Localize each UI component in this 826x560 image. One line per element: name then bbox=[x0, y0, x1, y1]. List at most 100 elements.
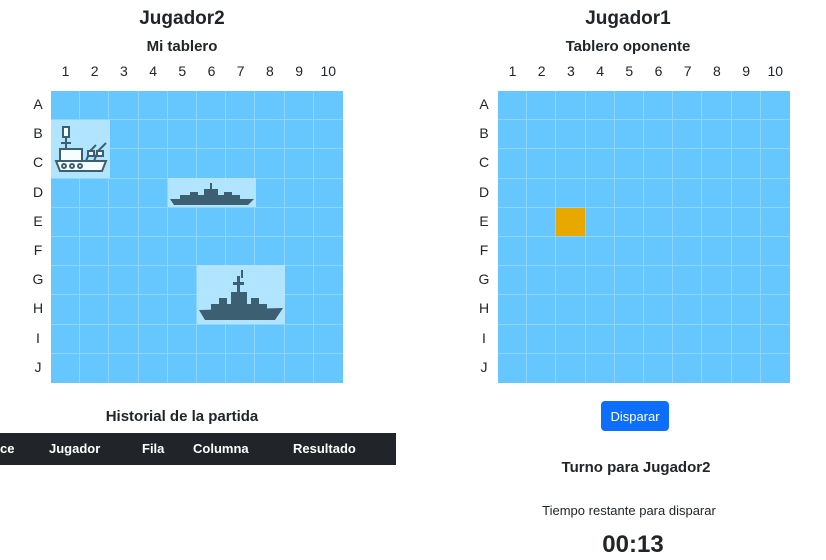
board-cell-D7[interactable] bbox=[673, 178, 703, 208]
board-cell-G2[interactable] bbox=[527, 266, 557, 296]
board-cell-B1[interactable] bbox=[498, 120, 528, 150]
board-cell-E2[interactable] bbox=[527, 207, 557, 237]
board-cell-I8[interactable] bbox=[702, 324, 732, 354]
board-cell-A7[interactable] bbox=[673, 91, 703, 121]
board-cell-J6[interactable] bbox=[644, 353, 674, 383]
board-cell-I3[interactable] bbox=[556, 324, 586, 354]
board-cell-A9[interactable] bbox=[731, 91, 761, 121]
board-cell-F1[interactable] bbox=[498, 236, 528, 267]
board-cell-A8[interactable] bbox=[702, 91, 732, 121]
board-cell-E8[interactable] bbox=[702, 207, 732, 237]
board-cell-J3[interactable] bbox=[556, 353, 586, 383]
board-cell-H10[interactable] bbox=[760, 295, 790, 325]
board-cell-C9[interactable] bbox=[731, 149, 761, 179]
board-cell-B9[interactable] bbox=[731, 120, 761, 150]
board-cell-F9[interactable] bbox=[731, 236, 761, 267]
board-cell-F8[interactable] bbox=[702, 236, 732, 267]
board-cell-E6[interactable] bbox=[643, 207, 674, 237]
board-cell-B5[interactable] bbox=[614, 120, 644, 150]
board-cell-C3[interactable] bbox=[556, 149, 586, 179]
board-cell-F10[interactable] bbox=[760, 237, 790, 267]
board-cell-H3[interactable] bbox=[556, 295, 586, 325]
board-cell-I6[interactable] bbox=[643, 324, 674, 354]
board-cell-A4[interactable] bbox=[585, 91, 615, 121]
board-cell-B4[interactable] bbox=[585, 120, 615, 150]
board-cell-C7[interactable] bbox=[673, 149, 703, 179]
board-cell-C8[interactable] bbox=[702, 149, 732, 179]
board-cell-H5[interactable] bbox=[614, 295, 644, 325]
board-cell-F2[interactable] bbox=[527, 236, 557, 267]
board-cell-E4[interactable] bbox=[585, 207, 615, 237]
board-cell-F6[interactable] bbox=[643, 236, 674, 267]
board-cell-D3[interactable] bbox=[556, 178, 586, 208]
board-cell-C4[interactable] bbox=[585, 149, 615, 179]
board-cell-B8[interactable] bbox=[702, 120, 732, 150]
board-cell-B7[interactable] bbox=[673, 120, 703, 150]
board-cell-E1[interactable] bbox=[498, 207, 528, 237]
board-cell-E9[interactable] bbox=[731, 207, 761, 237]
board-cell-H7[interactable] bbox=[673, 295, 703, 325]
board-cell-G8[interactable] bbox=[702, 266, 732, 296]
board-cell-J9[interactable] bbox=[732, 353, 761, 383]
selected-target-cell-E3[interactable] bbox=[556, 207, 586, 237]
board-cell-J10[interactable] bbox=[761, 354, 790, 383]
board-cell-E10[interactable] bbox=[760, 208, 790, 237]
board-cell-H2[interactable] bbox=[527, 295, 557, 325]
board-cell-C5[interactable] bbox=[614, 149, 644, 179]
board-cell-D1[interactable] bbox=[498, 178, 528, 208]
board-cell-F4[interactable] bbox=[585, 236, 615, 267]
board-cell-J4[interactable] bbox=[586, 353, 615, 383]
opponent-board-grid[interactable] bbox=[498, 91, 790, 383]
board-cell-I7[interactable] bbox=[673, 324, 703, 354]
board-cell-I2[interactable] bbox=[527, 324, 557, 354]
board-cell-H4[interactable] bbox=[585, 295, 615, 325]
board-cell-I4[interactable] bbox=[585, 324, 615, 354]
board-cell-A6[interactable] bbox=[643, 91, 674, 121]
board-cell-D2[interactable] bbox=[527, 178, 557, 208]
board-cell-G1[interactable] bbox=[498, 266, 528, 296]
board-cell-A3[interactable] bbox=[556, 91, 586, 121]
board-cell-G7[interactable] bbox=[673, 266, 703, 296]
board-cell-E7[interactable] bbox=[673, 207, 703, 237]
board-cell-C1[interactable] bbox=[498, 149, 528, 179]
board-cell-D8[interactable] bbox=[702, 178, 732, 208]
board-cell-H9[interactable] bbox=[731, 295, 761, 325]
board-cell-G3[interactable] bbox=[556, 266, 586, 296]
board-cell-C2[interactable] bbox=[527, 149, 557, 179]
board-cell-D5[interactable] bbox=[614, 178, 644, 208]
board-cell-B10[interactable] bbox=[760, 120, 790, 150]
board-cell-I5[interactable] bbox=[614, 324, 644, 354]
board-cell-J5[interactable] bbox=[615, 353, 644, 383]
board-cell-F3[interactable] bbox=[556, 236, 586, 267]
board-cell-J8[interactable] bbox=[702, 353, 732, 383]
board-cell-J1[interactable] bbox=[498, 353, 528, 383]
board-cell-D10[interactable] bbox=[760, 179, 790, 208]
board-cell-H6[interactable] bbox=[643, 295, 674, 325]
board-cell-I10[interactable] bbox=[760, 325, 790, 354]
board-cell-B2[interactable] bbox=[527, 120, 557, 150]
board-cell-I1[interactable] bbox=[498, 324, 528, 354]
board-cell-D6[interactable] bbox=[643, 178, 674, 208]
board-cell-H1[interactable] bbox=[498, 295, 528, 325]
board-cell-G10[interactable] bbox=[760, 266, 790, 296]
board-cell-B3[interactable] bbox=[556, 120, 586, 150]
fire-button[interactable]: Disparar bbox=[601, 401, 669, 431]
board-cell-J7[interactable] bbox=[673, 353, 703, 383]
board-cell-A2[interactable] bbox=[527, 91, 557, 121]
board-cell-A5[interactable] bbox=[614, 91, 644, 121]
board-cell-D9[interactable] bbox=[731, 178, 761, 208]
board-cell-I9[interactable] bbox=[731, 324, 761, 354]
board-cell-A1[interactable] bbox=[498, 91, 528, 121]
board-cell-J2[interactable] bbox=[527, 353, 557, 383]
board-cell-E5[interactable] bbox=[614, 207, 644, 237]
board-cell-G9[interactable] bbox=[731, 266, 761, 296]
board-cell-C10[interactable] bbox=[760, 149, 790, 179]
board-cell-B6[interactable] bbox=[643, 120, 674, 150]
board-cell-A10[interactable] bbox=[760, 91, 790, 121]
board-cell-H8[interactable] bbox=[702, 295, 732, 325]
board-cell-G4[interactable] bbox=[585, 266, 615, 296]
board-cell-D4[interactable] bbox=[585, 178, 615, 208]
board-cell-F5[interactable] bbox=[614, 236, 644, 267]
board-cell-C6[interactable] bbox=[643, 149, 674, 179]
board-cell-F7[interactable] bbox=[673, 236, 703, 267]
